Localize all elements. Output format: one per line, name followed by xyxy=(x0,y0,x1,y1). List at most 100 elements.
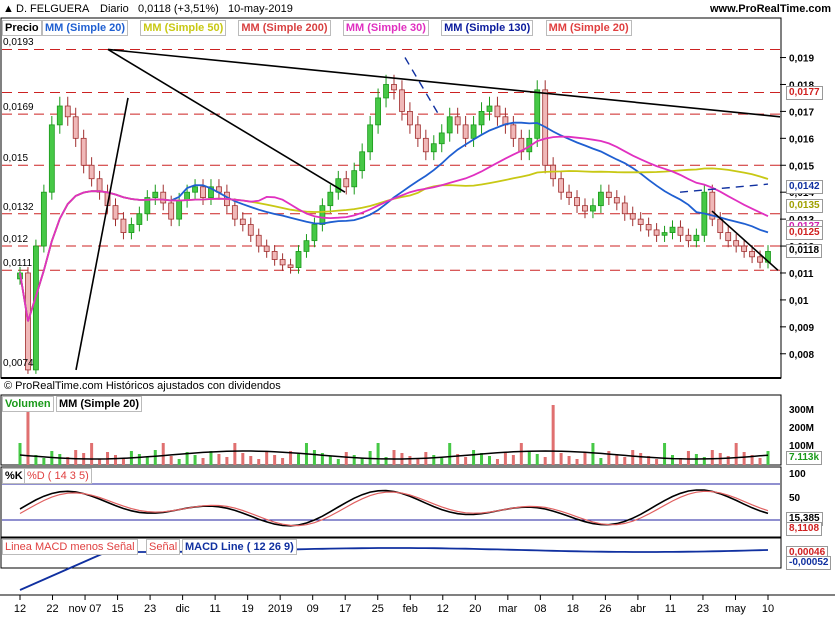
stoch-axis-label: 100 xyxy=(789,469,806,480)
candle-body xyxy=(335,178,342,193)
volume-bar xyxy=(217,454,221,465)
volume-bar xyxy=(249,456,253,465)
volume-bar xyxy=(58,454,62,465)
candle-body xyxy=(574,197,580,207)
candle-body xyxy=(653,229,660,236)
candle-body xyxy=(629,213,636,220)
x-tick-label: 26 xyxy=(599,603,611,615)
candle-body xyxy=(192,186,198,193)
ma-line xyxy=(19,167,769,322)
candle-body xyxy=(279,259,286,266)
indicator-legend[interactable]: MM (Simple 200) xyxy=(238,20,331,36)
candle-body xyxy=(677,226,684,236)
x-tick-label: 23 xyxy=(697,603,709,615)
y-tick-label: 0,009 xyxy=(789,323,814,334)
volume-bar xyxy=(137,454,141,465)
volume-bar xyxy=(98,459,102,465)
candle-body xyxy=(128,224,135,233)
left-level-label: 0,0111 xyxy=(3,258,33,270)
candle-body xyxy=(613,197,620,204)
macd-signal-label: Señal xyxy=(146,539,181,555)
volume-bar xyxy=(74,450,78,465)
volume-bar xyxy=(487,456,491,465)
candle-body xyxy=(399,89,405,112)
candle-body xyxy=(454,116,461,126)
price-tag: 0,0118 xyxy=(786,244,823,259)
volume-bar xyxy=(209,451,213,465)
candle-body xyxy=(271,251,278,260)
volume-bar xyxy=(766,451,770,465)
volume-bar xyxy=(201,458,205,465)
volume-bar xyxy=(495,459,499,465)
left-level-label: 0,012 xyxy=(3,234,29,246)
indicator-legend[interactable]: MM (Simple 20) xyxy=(545,20,632,36)
volume-bar xyxy=(312,450,316,465)
candle-body xyxy=(319,205,326,225)
candle-body xyxy=(80,137,87,166)
indicator-legend[interactable]: MM (Simple 130) xyxy=(441,20,534,36)
candle-body xyxy=(367,124,374,153)
volume-bar xyxy=(591,443,595,465)
candle-body xyxy=(725,232,732,242)
candle-body xyxy=(470,124,477,139)
left-level-label: 0,0132 xyxy=(3,201,34,213)
volume-bar xyxy=(575,459,579,465)
candle-body xyxy=(33,245,39,371)
candle-body xyxy=(327,191,334,207)
volume-bar xyxy=(297,454,301,465)
volume-bar xyxy=(742,452,746,465)
indicator-legend[interactable]: MM (Simple 30) xyxy=(342,20,429,36)
price-frame xyxy=(0,17,782,379)
volume-bar xyxy=(527,451,531,465)
candle-body xyxy=(749,251,755,258)
price-tag: 0,0142 xyxy=(786,179,823,194)
volume-bar xyxy=(177,459,181,465)
price-label: Precio xyxy=(2,20,42,36)
volume-bar xyxy=(225,457,229,465)
candle-body xyxy=(590,205,596,212)
x-tick-label: 18 xyxy=(567,603,579,615)
indicator-legend[interactable]: MM (Simple 20) xyxy=(42,20,129,36)
volume-label: Volumen xyxy=(2,396,54,412)
volume-bar xyxy=(511,455,515,465)
volume-bar xyxy=(758,458,762,465)
x-tick-label: may xyxy=(725,603,746,615)
volume-bar xyxy=(671,455,675,465)
candle-body xyxy=(96,178,103,193)
trendline-fall xyxy=(711,210,779,271)
x-tick-label: abr xyxy=(630,603,646,615)
candle-body xyxy=(152,191,159,198)
volume-bar xyxy=(241,453,245,465)
x-tick-label: 08 xyxy=(534,603,546,615)
candle-body xyxy=(184,191,191,201)
volume-bar xyxy=(281,458,285,465)
volume-bar xyxy=(169,456,173,465)
candle-body xyxy=(693,234,700,242)
dashed-blue-right xyxy=(679,183,769,193)
candle-body xyxy=(343,178,350,188)
candle-body xyxy=(351,170,358,188)
candle-body xyxy=(510,124,517,139)
candle-body xyxy=(303,240,310,252)
candle-body xyxy=(48,124,55,193)
x-tick-label: 15 xyxy=(111,603,123,615)
volume-bar xyxy=(583,452,587,465)
volume-bar xyxy=(416,459,420,465)
candle-body xyxy=(287,264,294,268)
candle-body xyxy=(661,232,668,236)
volume-bar xyxy=(448,443,452,465)
trendline-top xyxy=(107,48,781,118)
indicator-legend[interactable]: MM (Simple 50) xyxy=(140,20,227,36)
volume-bar xyxy=(376,443,380,465)
candle-body xyxy=(391,84,397,91)
candle-body xyxy=(160,191,167,204)
volume-bar xyxy=(686,451,690,465)
volume-bar xyxy=(193,455,197,465)
left-level-label: 0,0193 xyxy=(3,37,34,49)
stoch-d-label: %D ( 14 3 5) xyxy=(24,468,92,484)
candle-body xyxy=(558,178,565,193)
volume-bar xyxy=(360,458,364,465)
trendline-left xyxy=(107,48,346,193)
candle-body xyxy=(88,164,95,180)
candle-body xyxy=(422,137,429,153)
